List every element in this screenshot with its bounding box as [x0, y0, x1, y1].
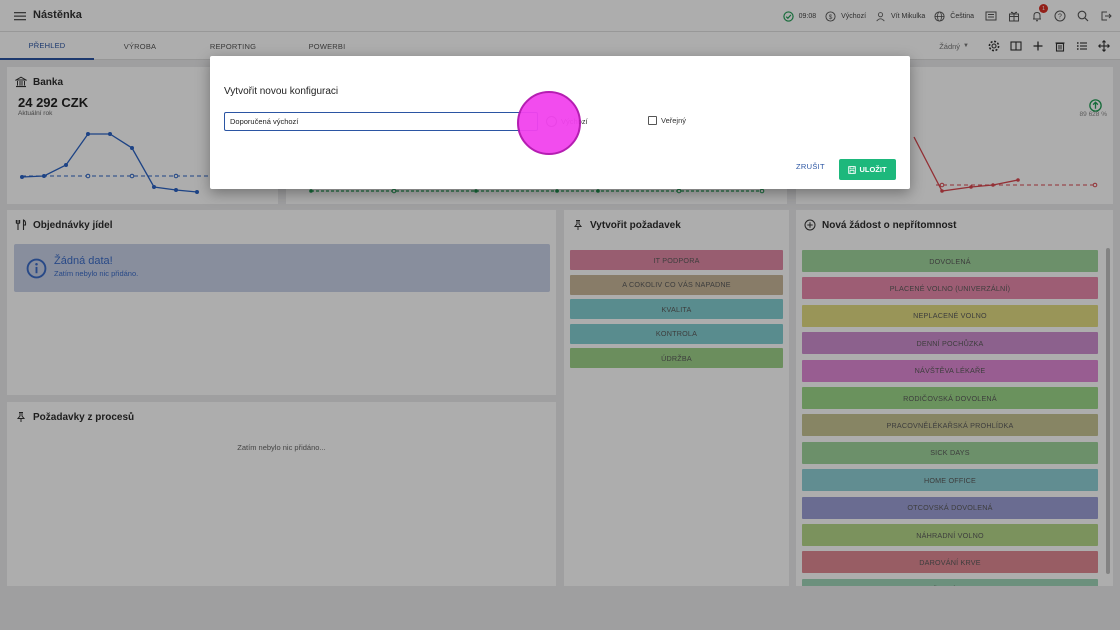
config-name-input[interactable]	[224, 112, 538, 131]
public-checkbox-label: Veřejný	[661, 116, 687, 125]
public-checkbox[interactable]: Veřejný	[648, 116, 686, 125]
save-button-label: ULOŽIT	[859, 165, 887, 174]
floppy-disk-icon	[848, 165, 857, 174]
click-indicator	[517, 91, 581, 155]
cancel-button[interactable]: ZRUŠIT	[796, 162, 825, 171]
checkbox-icon	[648, 116, 657, 125]
save-button[interactable]: ULOŽIT	[839, 159, 896, 180]
dialog-title: Vytvořit novou konfiguraci	[224, 86, 339, 97]
